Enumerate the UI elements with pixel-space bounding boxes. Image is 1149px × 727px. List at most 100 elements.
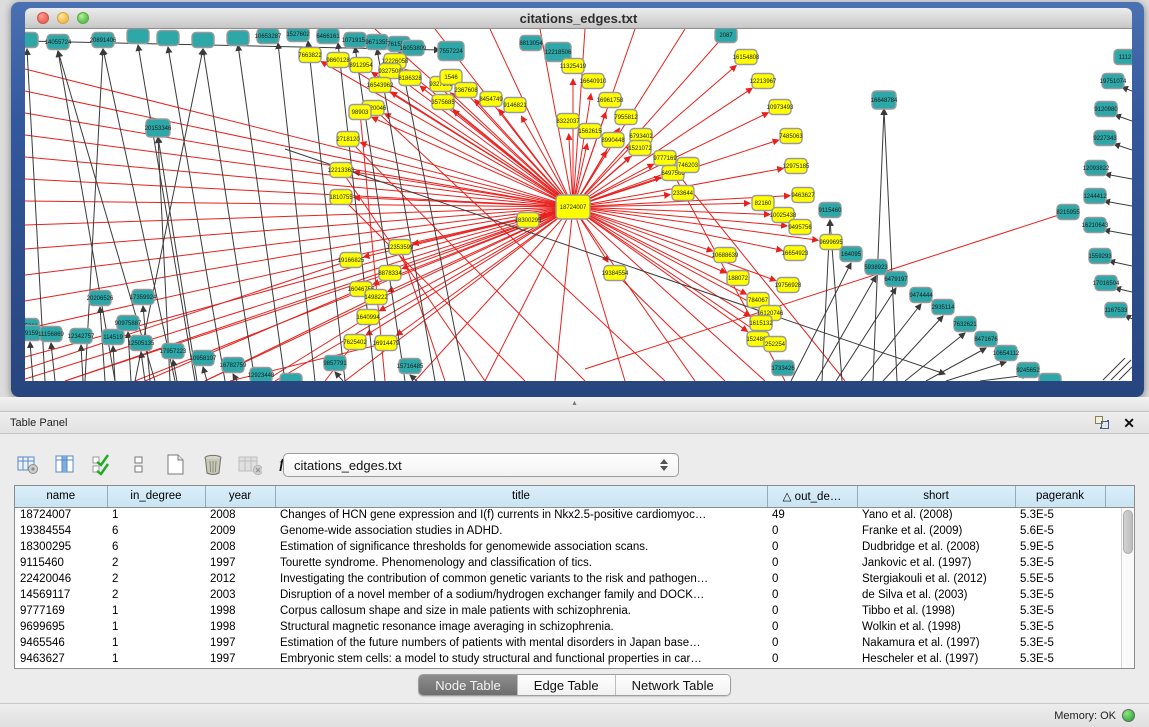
network-node[interactable]: 9146821	[503, 98, 527, 113]
delete-rows-icon[interactable]	[201, 453, 225, 477]
network-node[interactable]: 10653287	[255, 29, 282, 44]
network-edge[interactable]	[573, 207, 625, 381]
table-cell[interactable]: 49	[767, 507, 857, 523]
table-cell[interactable]: 2008	[205, 539, 275, 555]
network-node[interactable]: 3575685	[431, 95, 455, 110]
network-edge[interactable]	[203, 367, 207, 381]
network-node[interactable]: 18300295	[515, 213, 542, 228]
network-node[interactable]: 1521072	[628, 141, 652, 156]
table-row[interactable]: 946362711997Embryonic stem cells: a mode…	[15, 651, 1134, 667]
network-node[interactable]: 7485063	[779, 129, 803, 144]
network-node[interactable]: 114519	[102, 330, 124, 345]
network-node[interactable]: 9495756	[788, 220, 812, 235]
table-cell[interactable]: 2	[107, 555, 205, 571]
network-node[interactable]: 20206526	[87, 291, 114, 306]
network-node[interactable]: 9699695	[819, 235, 843, 250]
table-cell[interactable]: 2012	[205, 571, 275, 587]
table-cell[interactable]: 5.3E-5	[1015, 507, 1105, 523]
float-window-icon[interactable]	[1095, 416, 1109, 429]
table-cell[interactable]: 1	[107, 507, 205, 523]
network-edge[interactable]	[1104, 230, 1132, 235]
table-cell[interactable]: Dudbridge et al. (2008)	[857, 539, 1015, 555]
table-cell[interactable]: Corpus callosum shape and size in male p…	[275, 603, 767, 619]
table-cell[interactable]: 5.3E-5	[1015, 619, 1105, 635]
table-row[interactable]: 2242004622012Investigating the contribut…	[15, 571, 1134, 587]
table-cell[interactable]: 22420046	[15, 571, 107, 587]
network-node[interactable]: 8322037	[556, 114, 580, 129]
network-node[interactable]: 1733426	[771, 361, 795, 376]
network-node[interactable]: 16640910	[580, 74, 607, 89]
network-node[interactable]: 82160	[752, 196, 774, 211]
network-node[interactable]: 19751074	[1100, 74, 1127, 89]
table-scrollbar[interactable]	[1121, 508, 1134, 668]
tab-network-table[interactable]: Network Table	[616, 675, 730, 695]
column-header-in_degree[interactable]: in_degree	[107, 486, 205, 507]
network-edge[interactable]	[873, 109, 884, 381]
table-cell[interactable]: Genome-wide association studies in ADHD.	[275, 523, 767, 539]
network-node[interactable]: 16961758	[597, 93, 624, 108]
network-edge[interactable]	[791, 263, 851, 381]
delete-table-icon[interactable]	[238, 453, 262, 477]
network-node[interactable]: 8471676	[974, 332, 998, 347]
network-node[interactable]: 188072	[727, 271, 749, 286]
table-cell[interactable]: 1	[107, 603, 205, 619]
table-cell[interactable]: 0	[767, 619, 857, 635]
network-node[interactable]	[25, 33, 38, 48]
network-node[interactable]: 12505135	[128, 336, 155, 351]
table-cell[interactable]: Hescheler et al. (1997)	[857, 651, 1015, 667]
network-node[interactable]: 19166825	[338, 253, 365, 268]
network-node[interactable]: 9120980	[1094, 102, 1118, 117]
network-edge[interactable]	[25, 91, 573, 207]
table-cell[interactable]: 0	[767, 555, 857, 571]
network-edge[interactable]	[615, 273, 725, 381]
column-header-name[interactable]: name	[15, 486, 107, 507]
network-edge[interactable]	[377, 49, 435, 381]
network-edge[interactable]	[573, 207, 747, 331]
network-node[interactable]: 7632621	[953, 317, 977, 332]
table-cell[interactable]: Wolkin et al. (1998)	[857, 619, 1015, 635]
network-edge[interactable]	[25, 207, 573, 249]
table-cell[interactable]: 1997	[205, 635, 275, 651]
table-cell[interactable]: de Silva et al. (2003)	[857, 587, 1015, 603]
network-node[interactable]: 1244412	[1083, 189, 1107, 204]
network-node[interactable]	[157, 31, 179, 46]
network-node[interactable]: 9463627	[791, 188, 815, 203]
table-cell[interactable]: 18300295	[15, 539, 107, 555]
network-node[interactable]: 7663822	[298, 48, 322, 63]
table-cell[interactable]: Nakamura et al. (1997)	[857, 635, 1015, 651]
network-edge[interactable]	[25, 207, 573, 329]
network-edge[interactable]	[861, 304, 921, 381]
table-cell[interactable]: 0	[767, 587, 857, 603]
network-node[interactable]: 12213363	[328, 163, 355, 178]
network-node[interactable]: 15716485	[397, 359, 424, 374]
network-node[interactable]: 8990448	[601, 133, 625, 148]
network-node[interactable]: 1640994	[356, 310, 380, 325]
table-cell[interactable]: Tibbo et al. (1998)	[857, 603, 1015, 619]
table-cell[interactable]: 2	[107, 571, 205, 587]
network-node[interactable]: 19384554	[602, 266, 629, 281]
table-cell[interactable]: Stergiakouli et al. (2012)	[857, 571, 1015, 587]
network-node[interactable]: 9857791	[323, 356, 347, 371]
table-cell[interactable]: 2	[107, 587, 205, 603]
column-header-title[interactable]: title	[275, 486, 767, 507]
table-cell[interactable]: 18724007	[15, 507, 107, 523]
table-cell[interactable]: Tourette syndrome. Phenomenology and cla…	[275, 555, 767, 571]
network-node[interactable]: 164095	[840, 247, 862, 262]
table-cell[interactable]: 0	[767, 571, 857, 587]
table-settings-icon[interactable]	[16, 453, 40, 477]
network-edge[interactable]	[926, 348, 986, 381]
table-cell[interactable]: 14569117	[15, 587, 107, 603]
network-node[interactable]: 1562615	[578, 124, 602, 139]
network-node[interactable]: 1167533	[1105, 303, 1129, 318]
table-row[interactable]: 1872400712008Changes of HCN gene express…	[15, 507, 1134, 523]
network-node[interactable]: 9115460	[819, 203, 843, 218]
table-row[interactable]: 946554611997Estimation of the future num…	[15, 635, 1134, 651]
table-cell[interactable]: Changes of HCN gene expression and I(f) …	[275, 507, 767, 523]
table-cell[interactable]: Jankovic et al. (1997)	[857, 555, 1015, 571]
network-node[interactable]: 10688639	[712, 248, 739, 263]
network-node[interactable]: 11156869	[38, 327, 64, 342]
network-node[interactable]: 98903	[349, 105, 371, 120]
column-header-short[interactable]: short	[857, 486, 1015, 507]
table-cell[interactable]: 0	[767, 651, 857, 667]
table-cell[interactable]: Structural magnetic resonance image aver…	[275, 619, 767, 635]
